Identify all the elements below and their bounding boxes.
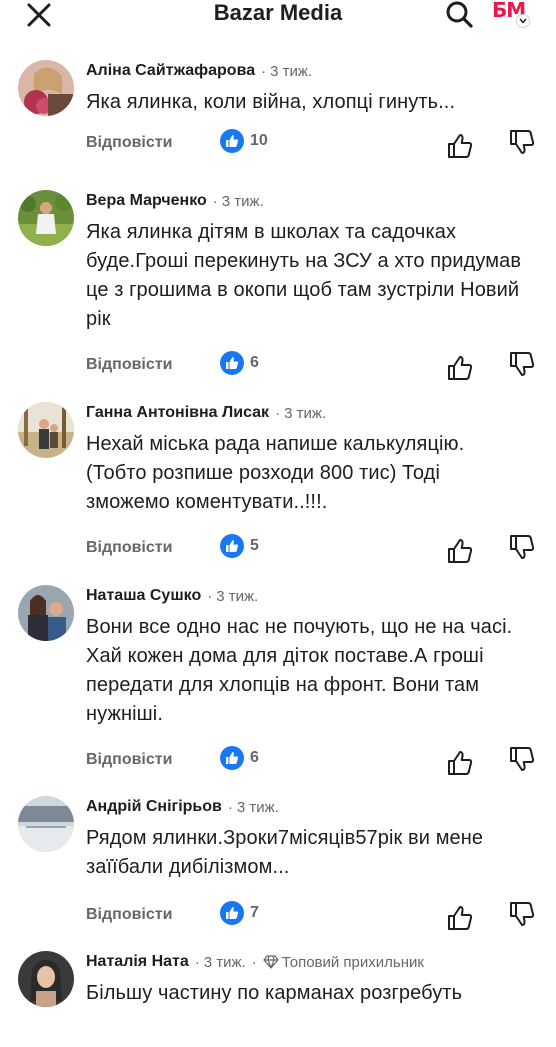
comment-time: 3 тиж. <box>221 192 264 210</box>
comment-header: Наташа Сушко · 3 тиж. <box>86 587 259 605</box>
reply-button[interactable]: Відповісти <box>86 751 172 769</box>
like-button[interactable] <box>446 904 474 932</box>
like-count[interactable]: 6 <box>220 746 259 770</box>
author-name[interactable]: Вера Марченко <box>86 192 207 210</box>
like-button[interactable] <box>446 537 474 565</box>
like-reaction-icon <box>220 534 244 558</box>
comment-item: Вера Марченко · 3 тиж. Яка ялинка дітям … <box>0 176 556 388</box>
comment-time: 3 тиж. <box>216 587 259 605</box>
comment-text: Більшу частину по карманах розгребуть <box>86 982 463 1004</box>
like-reaction-icon <box>220 351 244 375</box>
comment-time: 3 тиж. <box>284 404 327 422</box>
author-name[interactable]: Андрій Снігірьов <box>86 798 222 816</box>
search-button[interactable] <box>442 0 476 30</box>
page-profile-button[interactable]: БМ <box>492 0 530 28</box>
diamond-icon <box>263 955 279 969</box>
avatar[interactable] <box>18 190 74 246</box>
author-name[interactable]: Наташа Сушко <box>86 587 201 605</box>
avatar[interactable] <box>18 402 74 458</box>
comment-text: Яка ялинка, коли війна, хлопці гинуть... <box>86 91 456 113</box>
like-count[interactable]: 7 <box>220 901 259 925</box>
reply-button[interactable]: Відповісти <box>86 356 172 374</box>
comment-time: 3 тиж. <box>270 62 313 80</box>
comment-item: Наташа Сушко · 3 тиж. Вони все одно нас … <box>0 571 556 782</box>
avatar[interactable] <box>18 951 74 1007</box>
reply-button[interactable]: Відповісти <box>86 539 172 557</box>
comment-time: 3 тиж. <box>203 953 246 971</box>
comment-item: Ганна Антонівна Лисак · 3 тиж. Нехай міс… <box>0 388 556 571</box>
author-name[interactable]: Ганна Антонівна Лисак <box>86 404 269 422</box>
comment-item: Наталія Ната · 3 тиж. · Топовий прихильн… <box>0 937 556 1047</box>
thumbs-down-icon <box>510 130 535 154</box>
like-button[interactable] <box>446 749 474 777</box>
comment-text: Вони все одно нас не почують, що не на ч… <box>86 616 513 725</box>
thumbs-up-icon <box>448 539 473 563</box>
comment-text: Рядом ялинки.Зроки7місяців57рік ви мене … <box>86 827 484 878</box>
like-reaction-icon <box>220 129 244 153</box>
like-count[interactable]: 5 <box>220 534 259 558</box>
comment-text: Нехай міська рада напише калькуляцію. (Т… <box>86 433 465 513</box>
thumbs-down-icon <box>510 352 535 376</box>
like-reaction-icon <box>220 746 244 770</box>
top-bar: Bazar Media БМ <box>0 0 556 36</box>
author-name[interactable]: Аліна Сайтжафарова <box>86 62 255 80</box>
comments-list: Аліна Сайтжафарова · 3 тиж. Яка ялинка, … <box>0 36 556 1047</box>
comment-text: Яка ялинка дітям в школах та садочках бу… <box>86 221 522 330</box>
author-name[interactable]: Наталія Ната <box>86 953 189 971</box>
thumbs-up-icon <box>448 906 473 930</box>
like-reaction-icon <box>220 901 244 925</box>
comment-header: Андрій Снігірьов · 3 тиж. <box>86 798 279 816</box>
reply-button[interactable]: Відповісти <box>86 906 172 924</box>
chevron-down-icon <box>516 14 530 28</box>
dislike-button[interactable] <box>508 900 536 928</box>
comment-time: 3 тиж. <box>236 798 279 816</box>
comment-item: Аліна Сайтжафарова · 3 тиж. Яка ялинка, … <box>0 36 556 176</box>
comment-header: Наталія Ната · 3 тиж. · Топовий прихильн… <box>86 953 424 971</box>
avatar[interactable] <box>18 60 74 116</box>
dislike-button[interactable] <box>508 128 536 156</box>
search-icon <box>446 1 473 28</box>
like-button[interactable] <box>446 354 474 382</box>
thumbs-up-icon <box>448 356 473 380</box>
comment-header: Ганна Антонівна Лисак · 3 тиж. <box>86 404 327 422</box>
dislike-button[interactable] <box>508 533 536 561</box>
comment-header: Аліна Сайтжафарова · 3 тиж. <box>86 62 313 80</box>
thumbs-up-icon <box>448 751 473 775</box>
comment-item: Андрій Снігірьов · 3 тиж. Рядом ялинки.З… <box>0 782 556 937</box>
dislike-button[interactable] <box>508 745 536 773</box>
like-count[interactable]: 10 <box>220 129 268 153</box>
like-count[interactable]: 6 <box>220 351 259 375</box>
like-button[interactable] <box>446 132 474 160</box>
dislike-button[interactable] <box>508 350 536 378</box>
thumbs-up-icon <box>448 134 473 158</box>
thumbs-down-icon <box>510 535 535 559</box>
comment-header: Вера Марченко · 3 тиж. <box>86 192 264 210</box>
thumbs-down-icon <box>510 902 535 926</box>
avatar[interactable] <box>18 796 74 852</box>
thumbs-down-icon <box>510 747 535 771</box>
top-fan-badge: Топовий прихильник <box>281 953 424 971</box>
avatar[interactable] <box>18 585 74 641</box>
reply-button[interactable]: Відповісти <box>86 134 172 152</box>
